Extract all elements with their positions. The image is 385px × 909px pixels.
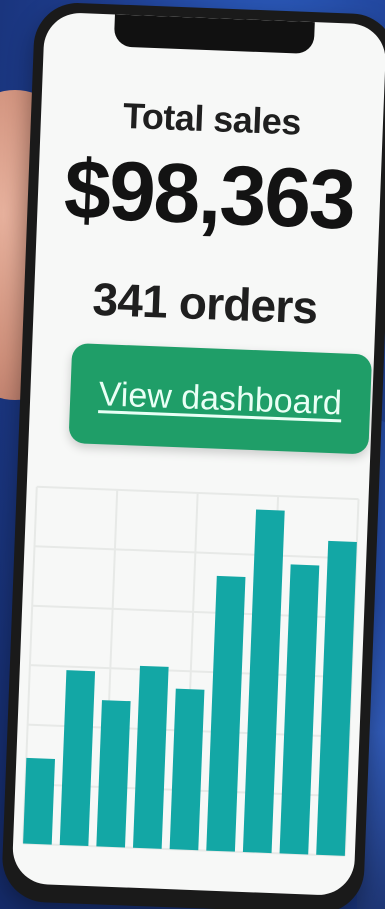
bar [23,757,56,845]
view-dashboard-label: View dashboard [98,374,343,422]
view-dashboard-button[interactable]: View dashboard [68,343,373,455]
sales-summary-screen: Total sales $98,363 341 orders View dash… [12,12,385,896]
bar [206,575,246,852]
orders-count: 341 orders [91,272,319,334]
bar [59,670,96,847]
bar [242,509,285,854]
bar [316,540,357,856]
sales-bar-chart [12,466,370,896]
bar [96,700,131,848]
chart-svg [22,485,360,857]
bar [132,665,169,849]
summary-title: Total sales [122,94,302,143]
total-sales-amount: $98,363 [62,141,356,247]
photo-scene: Total sales $98,363 341 orders View dash… [0,0,385,909]
bar [279,564,320,855]
phone-screen: Total sales $98,363 341 orders View dash… [11,11,385,897]
bar [169,688,205,851]
smartphone: Total sales $98,363 341 orders View dash… [0,1,385,909]
